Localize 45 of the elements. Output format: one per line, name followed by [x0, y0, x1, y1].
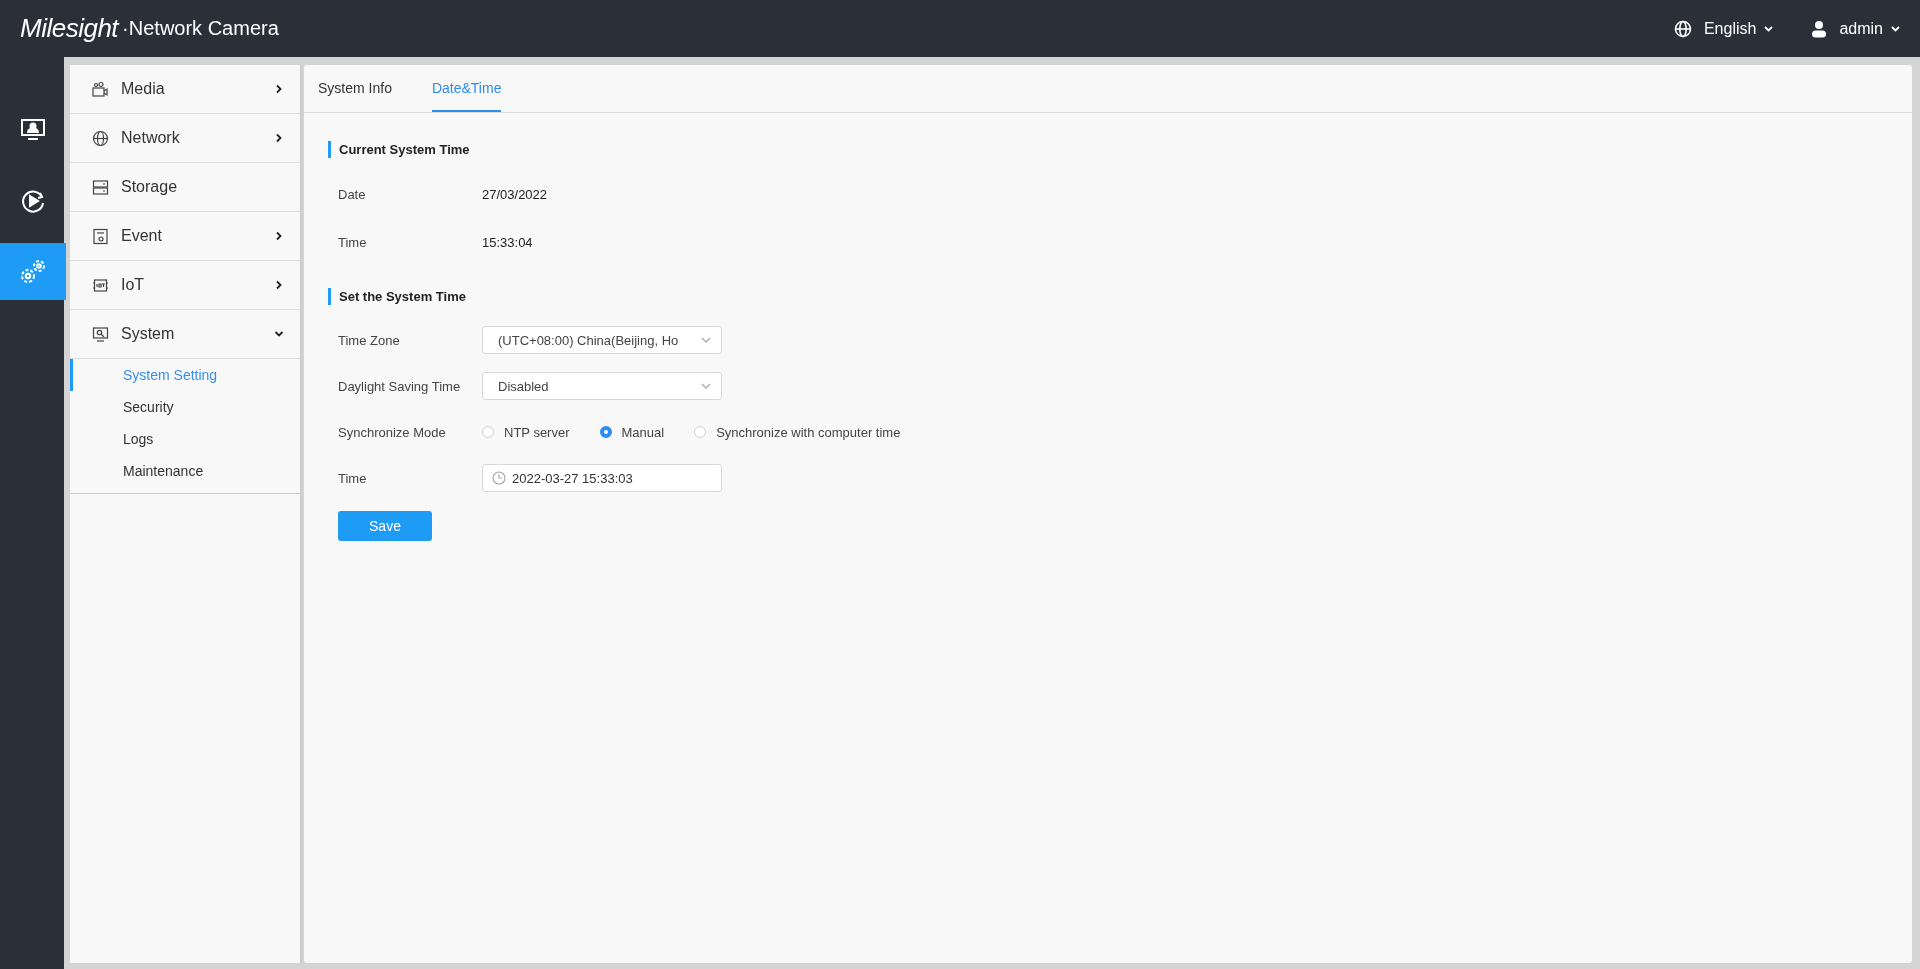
network-icon: [92, 129, 109, 147]
field-value: 15:33:04: [482, 234, 533, 250]
clock-icon: [492, 471, 506, 485]
user-icon: [1811, 19, 1828, 38]
menu-item[interactable]: System: [70, 310, 300, 359]
radio-option[interactable]: Synchronize with computer time: [694, 424, 901, 440]
section-heading: Current System Time: [328, 141, 1888, 158]
iot-icon: [92, 276, 109, 294]
select-field[interactable]: (UTC+08:00) China(Beijing, Ho: [482, 326, 722, 354]
caret-icon: [1764, 25, 1774, 32]
field-value: 27/03/2022: [482, 186, 548, 202]
field-label: Time: [338, 234, 368, 250]
globe-icon: [1673, 19, 1692, 38]
product-title: ·Network Camera: [122, 17, 279, 40]
menu-item[interactable]: IoT: [70, 261, 300, 310]
menu-item[interactable]: Media: [70, 65, 300, 114]
menu-item[interactable]: Event: [70, 212, 300, 261]
logo: Milesight: [20, 13, 119, 44]
caret-icon: [701, 383, 711, 389]
menu-item[interactable]: Storage: [70, 163, 300, 212]
caret-icon: [1891, 25, 1900, 32]
radio-option[interactable]: Manual: [599, 424, 665, 440]
select-field[interactable]: Disabled: [482, 372, 722, 400]
submenu-item[interactable]: Maintenance: [70, 455, 300, 487]
field-label: Time: [338, 470, 368, 486]
section-heading: Set the System Time: [328, 288, 1888, 305]
field-label: Date: [338, 186, 367, 202]
field-label: Daylight Saving Time: [338, 378, 462, 394]
radio-option[interactable]: NTP server: [482, 424, 570, 440]
storage-icon: [92, 178, 109, 196]
menu-item[interactable]: Network: [70, 114, 300, 163]
submenu-item[interactable]: Logs: [70, 423, 300, 455]
gears-icon: [19, 257, 47, 286]
language-menu[interactable]: English: [1673, 19, 1774, 38]
datetime-field[interactable]: 2022-03-27 15:33:03: [482, 464, 722, 492]
submenu-item[interactable]: Security: [70, 391, 300, 423]
field-label: Time Zone: [338, 332, 401, 348]
field-label: Synchronize Mode: [338, 424, 447, 440]
caret-icon: [701, 337, 711, 343]
media-icon: [92, 80, 109, 98]
system-icon: [92, 325, 109, 343]
user-menu[interactable]: admin: [1811, 19, 1900, 38]
tab[interactable]: System Info: [318, 65, 392, 112]
monitor-icon: [20, 117, 46, 142]
event-icon: [92, 227, 109, 245]
